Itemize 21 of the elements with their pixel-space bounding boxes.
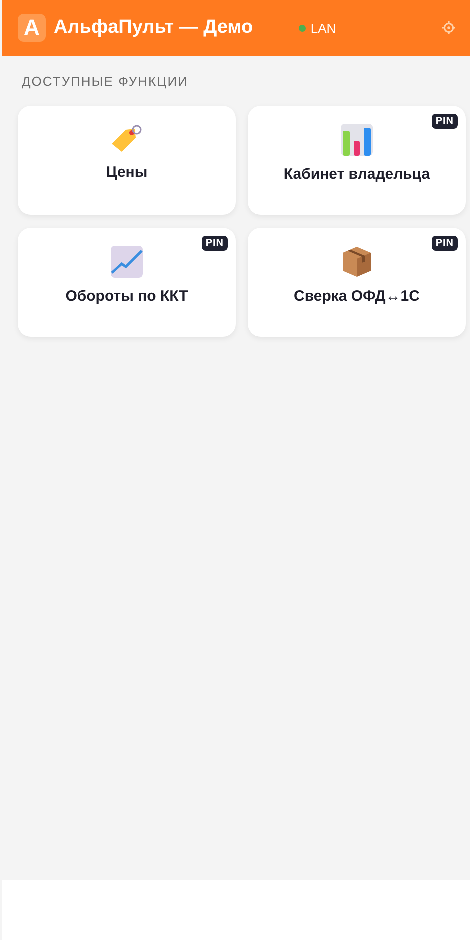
function-label: Цены (106, 164, 148, 181)
connection-label: LAN (310, 20, 336, 36)
function-card[interactable]: PIN Обороты по ККТ (18, 228, 236, 337)
bar-chart-icon (341, 124, 373, 156)
function-label: Обороты по ККТ (66, 288, 188, 305)
function-card[interactable]: PIN Кабинет владельца (248, 106, 466, 215)
pin-badge: PIN (432, 236, 458, 251)
function-card[interactable]: PIN Сверка ОФД↔1С (248, 228, 466, 337)
pin-badge: PIN (432, 114, 458, 129)
app-logo: A (18, 14, 46, 42)
function-card[interactable]: Цены (18, 106, 236, 215)
function-label: Кабинет владельца (284, 166, 430, 183)
function-label: Сверка ОФД↔1С (294, 288, 420, 305)
section-title: ДОСТУПНЫЕ ФУНКЦИИ (22, 74, 190, 89)
box-icon (342, 246, 372, 278)
price-tag-icon (110, 124, 144, 154)
pin-badge: PIN (202, 236, 228, 251)
settings-icon (442, 21, 456, 35)
app-title: АльфаПульт — Демо (54, 17, 254, 39)
trend-chart-icon (111, 246, 143, 278)
settings-button[interactable] (442, 21, 456, 35)
